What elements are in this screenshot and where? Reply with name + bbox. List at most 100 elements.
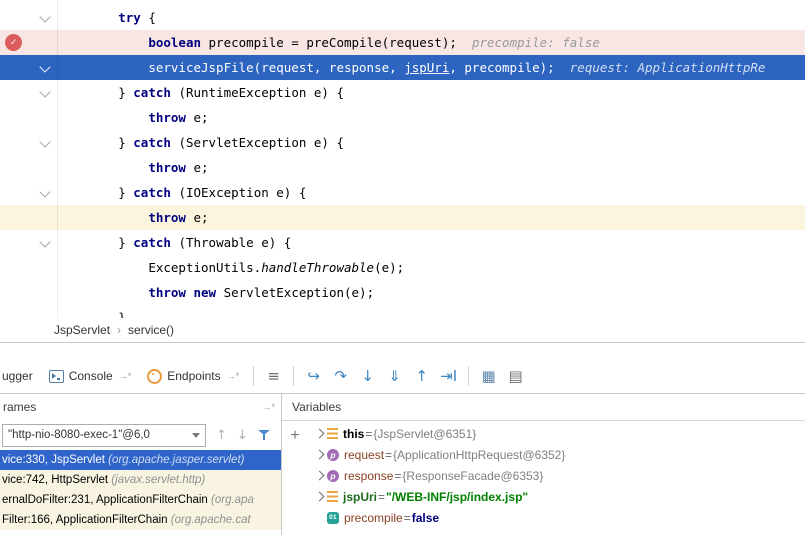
stack-frame-row[interactable]: Filter:166, ApplicationFilterChain (org.…	[0, 510, 281, 530]
code-line[interactable]: try {	[0, 5, 805, 30]
code-lines: try { boolean precompile = preCompile(re…	[0, 0, 805, 318]
thread-selector[interactable]: "http-nio-8080-exec-1"@6,0	[2, 424, 206, 447]
code-line[interactable]: } catch (RuntimeException e) {	[0, 80, 805, 105]
fold-chevron-icon[interactable]	[39, 136, 50, 147]
next-frame-button[interactable]: ↓	[237, 428, 248, 443]
step-over-button[interactable]: ↷	[327, 364, 354, 388]
breakpoint-icon[interactable]	[5, 34, 22, 51]
code-segment: e;	[186, 160, 209, 175]
step-out-button[interactable]: ↑	[408, 364, 435, 388]
primitive-variable-icon: 01	[327, 512, 339, 524]
code-segment: }	[118, 185, 133, 200]
code-segment: , precompile);	[449, 60, 569, 75]
code-line[interactable]: } catch (ServletException e) {	[0, 130, 805, 155]
code-segment	[58, 235, 118, 250]
frame-package: (org.apa	[208, 494, 254, 506]
code-segment	[58, 85, 118, 100]
step-into-button[interactable]: ↓	[354, 364, 381, 388]
stack-frame-row[interactable]: ernalDoFilter:231, ApplicationFilterChai…	[0, 490, 281, 510]
variable-value: {ResponseFacade@6353}	[402, 469, 543, 483]
value-variable-icon	[327, 491, 338, 502]
code-line[interactable]: throw e;	[0, 205, 805, 230]
code-segment: try	[118, 10, 141, 25]
pin-icon[interactable]: →*	[262, 402, 281, 412]
code-segment: handleThrowable	[261, 260, 374, 275]
breadcrumb-separator: ›	[117, 323, 121, 337]
expand-arrow-icon[interactable]	[315, 450, 325, 460]
code-segment	[58, 260, 148, 275]
fold-chevron-icon[interactable]	[39, 61, 50, 72]
filter-frames-icon[interactable]	[258, 429, 270, 441]
chevron-down-icon	[192, 433, 200, 438]
code-segment: (IOException e) {	[171, 185, 306, 200]
code-line[interactable]: }	[0, 305, 805, 318]
code-segment	[58, 135, 118, 150]
tab-console-label: Console	[69, 369, 113, 383]
code-line[interactable]: serviceJspFile(request, response, jspUri…	[0, 55, 805, 80]
code-segment: e;	[186, 210, 209, 225]
fold-chevron-icon[interactable]	[39, 86, 50, 97]
variable-row[interactable]: 01precompile = false	[308, 507, 805, 528]
expand-arrow-icon[interactable]	[315, 492, 325, 502]
previous-frame-button[interactable]: ↑	[216, 428, 227, 443]
code-editor: try { boolean precompile = preCompile(re…	[0, 0, 805, 318]
add-watch-button[interactable]: +	[290, 428, 299, 444]
code-line[interactable]: throw new ServletException(e);	[0, 280, 805, 305]
frames-panel: rames →* "http-nio-8080-exec-1"@6,0 ↑ ↓ …	[0, 394, 282, 535]
code-segment: catch	[133, 135, 171, 150]
view-layout-button[interactable]: ▦	[475, 364, 502, 388]
code-segment	[58, 285, 148, 300]
expand-arrow-icon[interactable]	[315, 429, 325, 439]
variable-value: {ApplicationHttpRequest@6352}	[393, 448, 565, 462]
ide-window: try { boolean precompile = preCompile(re…	[0, 0, 805, 535]
variable-row[interactable]: jspUri = "/WEB-INF/jsp/index.jsp"	[308, 486, 805, 507]
breadcrumb-class[interactable]: JspServlet	[54, 323, 110, 337]
frames-panel-title: rames	[3, 400, 36, 414]
code-line[interactable]: } catch (IOException e) {	[0, 180, 805, 205]
code-line[interactable]: } catch (Throwable e) {	[0, 230, 805, 255]
expand-arrow-icon[interactable]	[315, 471, 325, 481]
variable-row[interactable]: prequest = {ApplicationHttpRequest@6352}	[308, 444, 805, 465]
code-segment: serviceJspFile(request, response,	[148, 60, 404, 75]
show-execution-point-button[interactable]: ↪	[300, 364, 327, 388]
tab-endpoints-suffix: →*	[227, 371, 240, 381]
stack-frame-row[interactable]: vice:330, JspServlet (org.apache.jasper.…	[0, 450, 281, 470]
run-to-cursor-button[interactable]: ⇥I	[435, 364, 462, 388]
debug-tool-window: ugger Console →* Endpoints →* ≡↪↷↓⇓↑⇥I▦▤	[0, 343, 805, 535]
stack-frame-row[interactable]: vice:742, HttpServlet (javax.servlet.htt…	[0, 470, 281, 490]
code-line[interactable]: boolean precompile = preCompile(request)…	[0, 30, 805, 55]
code-segment	[58, 110, 148, 125]
variable-name: response	[344, 469, 393, 483]
variable-row[interactable]: presponse = {ResponseFacade@6353}	[308, 465, 805, 486]
frame-location: ernalDoFilter:231, ApplicationFilterChai…	[2, 494, 208, 506]
code-segment	[58, 310, 118, 318]
code-segment: new	[193, 285, 216, 300]
variable-equals: =	[385, 448, 392, 462]
code-segment: (RuntimeException e) {	[171, 85, 344, 100]
toolbar-separator	[253, 366, 254, 386]
tab-console[interactable]: Console →*	[41, 359, 140, 393]
variable-equals: =	[394, 469, 401, 483]
code-line[interactable]: throw e;	[0, 155, 805, 180]
code-segment: throw	[148, 110, 186, 125]
fold-chevron-icon[interactable]	[39, 11, 50, 22]
debug-action-icons: ≡ ↪↷↓⇓↑⇥I ▦▤	[260, 364, 529, 388]
frame-location: vice:742, HttpServlet	[2, 474, 108, 486]
code-segment: ExceptionUtils.	[148, 260, 261, 275]
variable-row[interactable]: this = {JspServlet@6351}	[308, 423, 805, 444]
code-segment: }	[118, 135, 133, 150]
fold-chevron-icon[interactable]	[39, 236, 50, 247]
code-segment: }	[118, 85, 133, 100]
force-step-into-button[interactable]: ⇓	[381, 364, 408, 388]
fold-chevron-icon[interactable]	[39, 186, 50, 197]
code-segment	[58, 60, 148, 75]
breadcrumb-method[interactable]: service()	[128, 323, 174, 337]
layout-settings-button[interactable]: ▤	[502, 364, 529, 388]
menu-button[interactable]: ≡	[260, 364, 287, 388]
code-segment: throw	[148, 210, 186, 225]
code-segment	[58, 210, 148, 225]
code-line[interactable]: ExceptionUtils.handleThrowable(e);	[0, 255, 805, 280]
code-line[interactable]: throw e;	[0, 105, 805, 130]
tab-debugger[interactable]: ugger	[0, 359, 41, 393]
tab-endpoints[interactable]: Endpoints →*	[139, 359, 247, 393]
